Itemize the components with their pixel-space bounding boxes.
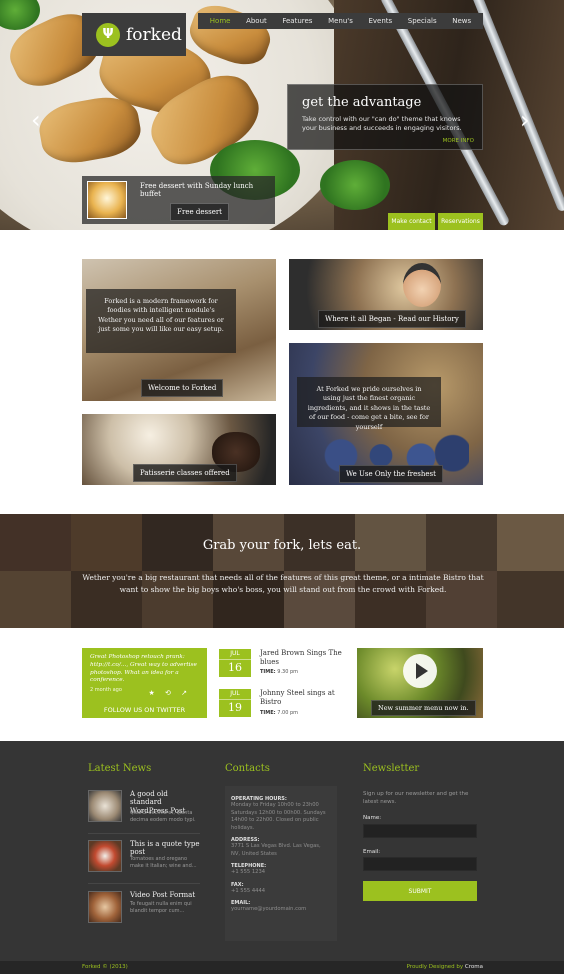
event-time-label: TIME: [260,669,276,675]
news-excerpt: Quartz decima et, quinta decima eodem mo… [130,810,196,823]
fork-logo-icon: Ψ [96,22,120,47]
event-date: JUL 19 [219,689,251,717]
contact-details: OPERATING HOURS: Monday to Friday 10h00 … [225,786,337,941]
main-nav: Home About Features Menu's Events Specia… [198,13,483,29]
more-info-link[interactable]: MORE INFO [443,138,474,144]
dessert-promo-text: Free dessert with Sunday lunch buffet [140,182,254,198]
history-caption: Where it all Began - Read our History [318,310,466,328]
event-item[interactable]: JUL 19 Johnny Steel sings at Bistro TIME… [219,689,349,719]
event-date: JUL 16 [219,649,251,677]
tweet-text[interactable]: Great Photoshop retouch prank: http://t.… [90,654,199,685]
dessert-promo: Free dessert with Sunday lunch buffet Fr… [82,176,275,224]
event-time-label: TIME: [260,710,276,716]
news-item[interactable]: A good old standard WordPress Post Quart… [88,790,200,830]
event-time-value: 7.00 pm [277,710,299,716]
fresh-tile[interactable]: At Forked we pride ourselves in using ju… [289,343,483,485]
event-title[interactable]: Jared Brown Sings The blues [260,649,349,667]
event-time: TIME: 7.00 pm [260,710,298,716]
history-tile[interactable]: Where it all Began - Read our History [289,259,483,330]
welcome-tile[interactable]: Forked is a modern framework for foodies… [82,259,276,401]
designer-link[interactable]: Croma [465,964,483,970]
newsletter-intro: Sign up for our newsletter and get the l… [363,791,469,806]
event-time: TIME: 9.30 pm [260,669,298,675]
fax-value: +1 555 4444 [231,887,266,894]
child-photo [403,263,441,307]
contacts-heading: Contacts [225,763,270,774]
email-field[interactable] [363,857,477,871]
designer-credit: Proudly Designed by Croma [407,964,483,970]
footer: Latest News Contacts Newsletter A good o… [0,741,564,961]
nav-item-news[interactable]: News [452,17,471,25]
reservations-button[interactable]: Reservations [438,213,483,230]
site-logo[interactable]: Ψ forked [82,13,186,56]
event-time-value: 9.30 pm [277,669,299,675]
fresh-caption: We Use Only the freshest [339,465,443,483]
slider-caption-title: get the advantage [302,95,422,110]
latest-news-heading: Latest News [88,763,152,774]
event-day: 16 [228,661,242,674]
tweet-actions-icon[interactable]: ★ ⟲ ↗ [149,689,191,697]
patisserie-tile[interactable]: Patisserie classes offered [82,414,276,485]
welcome-overlay-text: Forked is a modern framework for foodies… [86,289,236,353]
news-item[interactable]: This is a quote type post Tomatoes and o… [88,840,200,880]
name-field[interactable] [363,824,477,838]
news-item[interactable]: Video Post Format Te feugait nulla enim … [88,891,200,931]
hours-value: Monday to Friday 10h00 to 23h00 Saturday… [231,802,326,831]
welcome-caption: Welcome to Forked [141,379,224,397]
video-widget[interactable]: New summer menu now in. [357,648,483,718]
email-value[interactable]: yourname@yourdomain.com [231,906,331,914]
follow-twitter-link[interactable]: FOLLOW US ON TWITTER [82,706,207,714]
band-text: Wether you're a big restaurant that need… [82,573,484,594]
news-excerpt: Tomatoes and oregano make it Italian; wi… [130,856,197,869]
slider-caption-text: Take control with our "can do" theme tha… [302,115,462,133]
fresh-overlay-text: At Forked we pride ourselves in using ju… [297,377,441,431]
twitter-widget: Great Photoshop retouch prank: http://t.… [82,648,207,718]
nav-item-specials[interactable]: Specials [408,17,437,25]
play-icon[interactable] [403,654,437,688]
news-divider [88,883,200,884]
event-item[interactable]: JUL 16 Jared Brown Sings The blues TIME:… [219,649,349,679]
band-title: Grab your fork, lets eat. [202,538,362,553]
patisserie-caption: Patisserie classes offered [133,464,237,482]
telephone-value: +1 555 1234 [231,869,266,876]
designed-by-label: Proudly Designed by [406,964,464,970]
newsletter-heading: Newsletter [363,763,420,774]
bottom-bar: Forked © (2013) Proudly Designed by Crom… [0,961,564,974]
copyright-text: Forked © (2013) [82,964,128,970]
nav-item-about[interactable]: About [246,17,267,25]
promo-band: Grab your fork, lets eat. Wether you're … [0,514,564,628]
logo-text: forked [126,24,182,45]
slider-caption: get the advantage Take control with our … [287,84,483,150]
slider-next-icon[interactable]: › [520,108,530,132]
nav-item-menus[interactable]: Menu's [328,17,353,25]
nav-item-events[interactable]: Events [368,17,392,25]
make-contact-button[interactable]: Make contact [388,213,435,230]
event-month: JUL [219,689,251,700]
news-title[interactable]: This is a quote type post [130,840,200,857]
event-day: 19 [228,701,242,714]
event-month: JUL [219,649,251,660]
event-title[interactable]: Johnny Steel sings at Bistro [260,689,349,707]
news-thumbnail [88,891,122,923]
band-overlay [0,514,564,628]
slider-prev-icon[interactable]: ‹ [31,108,41,132]
news-title[interactable]: Video Post Format [130,891,195,899]
nav-item-home[interactable]: Home [210,17,231,25]
news-divider [88,833,200,834]
submit-button[interactable]: SUBMIT [363,881,477,901]
dessert-thumbnail [87,181,127,219]
video-caption: New summer menu now in. [371,700,476,716]
free-dessert-button[interactable]: Free dessert [170,203,229,221]
name-field-label: Name: [363,815,382,821]
news-thumbnail [88,790,122,822]
news-thumbnail [88,840,122,872]
herb-image [320,160,390,210]
email-field-label: Email: [363,849,381,855]
address-value: 3771 S Las Vegas Blvd. Las Vegas, NV, Un… [231,843,321,857]
news-excerpt: Te feugait nulla enim qui blandit tempor… [130,901,192,914]
nav-item-features[interactable]: Features [282,17,312,25]
